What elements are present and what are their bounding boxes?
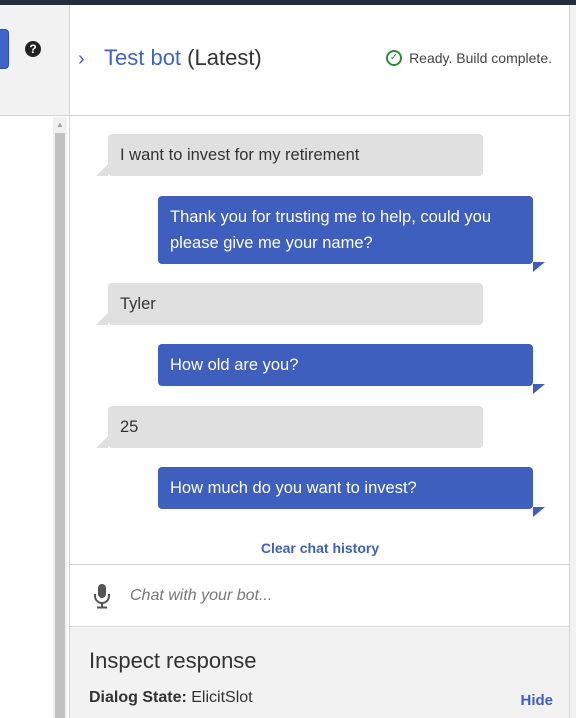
message-text: How much do you want to invest? — [170, 479, 417, 497]
bot-name: Test bot — [104, 45, 182, 70]
microphone-icon[interactable] — [92, 583, 112, 609]
chevron-right-icon[interactable]: › — [78, 49, 85, 69]
dialog-state: Dialog State: ElicitSlot — [89, 689, 253, 707]
chat-input[interactable] — [130, 581, 550, 611]
chat-message-user: Tyler — [96, 283, 483, 325]
check-circle-icon: ✓ — [386, 50, 403, 66]
test-bot-header: › Test bot (Latest) ✓ Ready. Build compl… — [70, 5, 570, 116]
test-bot-panel: › Test bot (Latest) ✓ Ready. Build compl… — [70, 5, 570, 718]
test-bot-title: Test bot (Latest) — [104, 45, 262, 71]
scrollbar[interactable]: ▲ — [53, 117, 67, 718]
chat-message-user: 25 — [96, 406, 483, 448]
message-text: Thank you for trusting me to help, could… — [170, 208, 492, 252]
right-edge-panel — [569, 5, 576, 718]
inspect-response-section: Inspect response Dialog State: ElicitSlo… — [70, 628, 570, 718]
chat-message-bot: How old are you? — [158, 344, 545, 394]
chat-input-row — [70, 564, 570, 627]
build-status: ✓ Ready. Build complete. — [386, 49, 552, 67]
left-panel: ? ▲ — [0, 5, 69, 718]
left-panel-header: ? — [0, 5, 69, 116]
build-status-text: Ready. Build complete. — [409, 50, 552, 66]
chat-message-user: I want to invest for my retirement — [96, 134, 483, 176]
message-text: I want to invest for my retirement — [120, 146, 360, 164]
help-icon[interactable]: ? — [25, 41, 41, 57]
primary-action-button[interactable] — [0, 29, 9, 69]
dialog-state-value: ElicitSlot — [191, 689, 253, 706]
chat-message-bot: Thank you for trusting me to help, could… — [158, 196, 545, 272]
message-text: Tyler — [120, 295, 156, 313]
chat-message-bot: How much do you want to invest? — [158, 467, 545, 517]
message-text: 25 — [120, 418, 139, 436]
clear-chat-history-link[interactable]: Clear chat history — [70, 540, 570, 556]
dialog-state-label: Dialog State: — [89, 689, 187, 706]
scroll-thumb[interactable] — [55, 133, 65, 718]
scroll-up-arrow-icon[interactable]: ▲ — [53, 119, 67, 131]
hide-link[interactable]: Hide — [520, 692, 553, 709]
inspect-response-title: Inspect response — [89, 648, 257, 673]
message-text: How old are you? — [170, 356, 299, 374]
bot-version-tag: (Latest) — [187, 45, 262, 70]
